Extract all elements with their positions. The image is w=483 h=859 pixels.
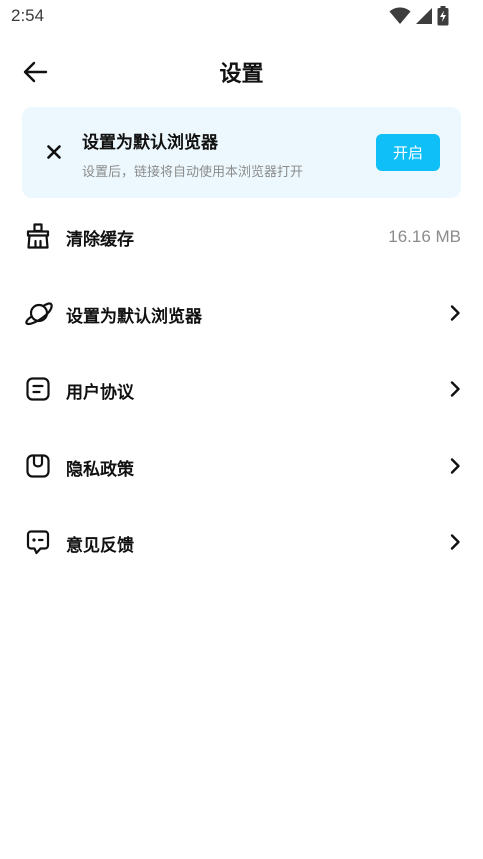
broom-icon (24, 222, 52, 250)
setting-user-agreement[interactable]: 用户协议 (0, 351, 483, 428)
wifi-icon (389, 7, 411, 25)
banner-title: 设置为默认浏览器 (82, 133, 218, 153)
setting-privacy-policy[interactable]: 隐私政策 (0, 428, 483, 505)
setting-label: 隐私政策 (66, 459, 134, 480)
battery-charging-icon (437, 6, 449, 26)
setting-clear-cache[interactable]: 清除缓存 16.16 MB (0, 198, 483, 275)
cache-size-value: 16.16 MB (388, 227, 461, 246)
status-bar: 2:54 (0, 0, 483, 34)
chevron-right-icon (447, 456, 463, 476)
signal-icon (415, 7, 433, 25)
setting-label: 意见反馈 (66, 536, 134, 556)
setting-label: 用户协议 (66, 383, 134, 403)
chevron-right-icon (447, 303, 463, 323)
planet-icon (24, 299, 53, 327)
setting-label: 清除缓存 (66, 230, 134, 250)
header: 设置 (0, 48, 483, 94)
close-icon (47, 145, 61, 159)
setting-label: 设置为默认浏览器 (66, 306, 202, 327)
setting-default-browser[interactable]: 设置为默认浏览器 (0, 275, 483, 352)
privacy-icon (24, 452, 52, 480)
page-title: 设置 (219, 62, 264, 87)
status-icons (389, 6, 449, 26)
agreement-icon (24, 375, 52, 403)
enable-button[interactable]: 开启 (376, 134, 440, 171)
status-time: 2:54 (11, 6, 45, 25)
chevron-right-icon (447, 379, 463, 399)
chevron-right-icon (447, 532, 463, 552)
banner-subtitle: 设置后，链接将自动使用本浏览器打开 (82, 165, 304, 180)
settings-list: 清除缓存 16.16 MB 设置为默认浏览器 用户协议 隐私政策 意见反馈 (0, 198, 483, 581)
banner-close-button[interactable] (40, 138, 68, 166)
feedback-icon (24, 528, 52, 556)
default-browser-banner: 设置为默认浏览器 设置后，链接将自动使用本浏览器打开 开启 (22, 107, 461, 198)
setting-feedback[interactable]: 意见反馈 (0, 504, 483, 581)
